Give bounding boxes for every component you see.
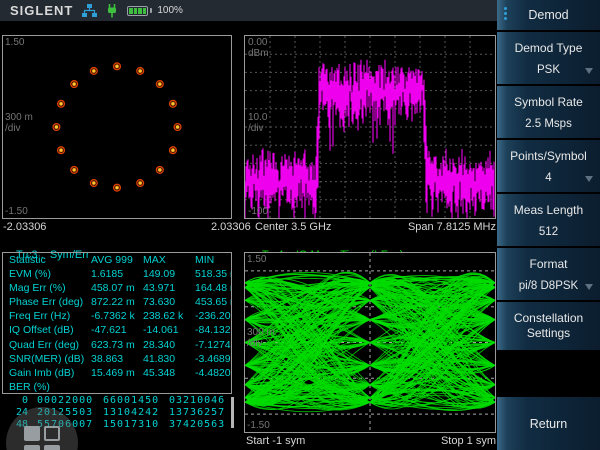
instrument-screen: SIGLENT 100% Trc1 : IQ Meas Time (Const)… [0,0,600,450]
eye-min-label: -1.50 [247,420,270,431]
menu-header-demod[interactable]: Demod [497,0,600,30]
softkey-menu: Demod Demod TypePSK Symbol Rate2.5 Msps … [497,0,600,450]
stats-row: Quad Err (deg)623.73 m28.340-7.1274 [3,338,231,352]
stats-row: Freq Err (Hz)-6.7362 k238.62 k-236.20 k [3,309,231,323]
spec-ref-label: 0.00dBm [248,37,269,59]
constellation-plot[interactable]: 1.50 300 m/div -1.50 [2,35,232,219]
eye-start-label: Start -1 sym [246,435,305,447]
spec-floor-label: -100 [248,206,268,217]
lan-icon [82,4,97,17]
symbol-row: 0000220006600145003210046 [2,395,234,407]
stats-row: Mag Err (%)458.07 m43.971164.48 m [3,281,231,295]
softkey-constellation-settings[interactable]: Constellation Settings [497,302,600,350]
menu-handle-icon [504,7,507,20]
eye-div-label: 300 m/div [247,327,275,349]
softkey-format[interactable]: Formatpi/8 D8PSK [497,248,600,300]
battery-icon: 100% [127,5,183,16]
return-button[interactable]: Return [497,397,600,450]
quick-menu-tile-icon [44,445,60,450]
softkey-symbol-rate[interactable]: Symbol Rate2.5 Msps [497,86,600,138]
symbol-error-table: StatisticAVG 999MAXMINEVM (%)1.6185149.0… [2,252,232,394]
symbol-table-scrollbar[interactable] [231,397,234,428]
spec-div-label: 10.0/div [248,112,267,134]
ber-row: BER (%) [3,380,231,394]
spectrum-plot[interactable]: 0.00dBm 10.0/div -100 [244,35,496,219]
softkey-demod-type[interactable]: Demod TypePSK [497,32,600,84]
center-freq-label: Center 3.5 GHz [255,221,331,233]
eye-diagram-plot[interactable]: 1.50 300 m/div -1.50 [244,252,496,433]
power-plug-icon [106,4,118,18]
stats-row: SNR(MER) (dB)38.86341.830-3.4689 [3,352,231,366]
eye-stop-label: Stop 1 sym [441,435,496,447]
stats-row: Gain Imb (dB)15.469 m45.348-4.4820 [3,366,231,380]
stats-row: Phase Err (deg)872.22 m73.630453.65 m [3,295,231,309]
quick-menu-tile-icon [24,445,40,450]
stats-row: StatisticAVG 999MAXMIN [3,253,231,267]
stats-rows: StatisticAVG 999MAXMINEVM (%)1.6185149.0… [3,253,231,380]
const-xmax-label: 2.03306 [211,221,251,233]
stats-row: EVM (%)1.6185149.09518.35 m [3,267,231,281]
dropdown-caret-icon [585,68,593,74]
eye-ref-label: 1.50 [247,254,266,265]
status-bar: SIGLENT 100% [0,0,497,21]
const-xmin-label: -2.03306 [3,221,46,233]
quick-menu-tile-icon [24,426,40,441]
siglent-logo: SIGLENT [10,3,73,18]
dropdown-caret-icon [585,176,593,182]
const-div-label: 300 m/div [5,112,33,134]
softkey-points-per-symbol[interactable]: Points/Symbol4 [497,140,600,192]
battery-percent: 100% [157,5,183,16]
softkey-meas-length[interactable]: Meas Length512 [497,194,600,246]
const-ref-label: 1.50 [5,37,24,48]
quick-menu-tile-icon [44,426,60,441]
dropdown-caret-icon [585,284,593,290]
stats-row: IQ Offset (dB)-47.621-14.061-84.132 [3,323,231,337]
const-min-label: -1.50 [5,206,28,217]
span-label: Span 7.8125 MHz [408,221,496,233]
